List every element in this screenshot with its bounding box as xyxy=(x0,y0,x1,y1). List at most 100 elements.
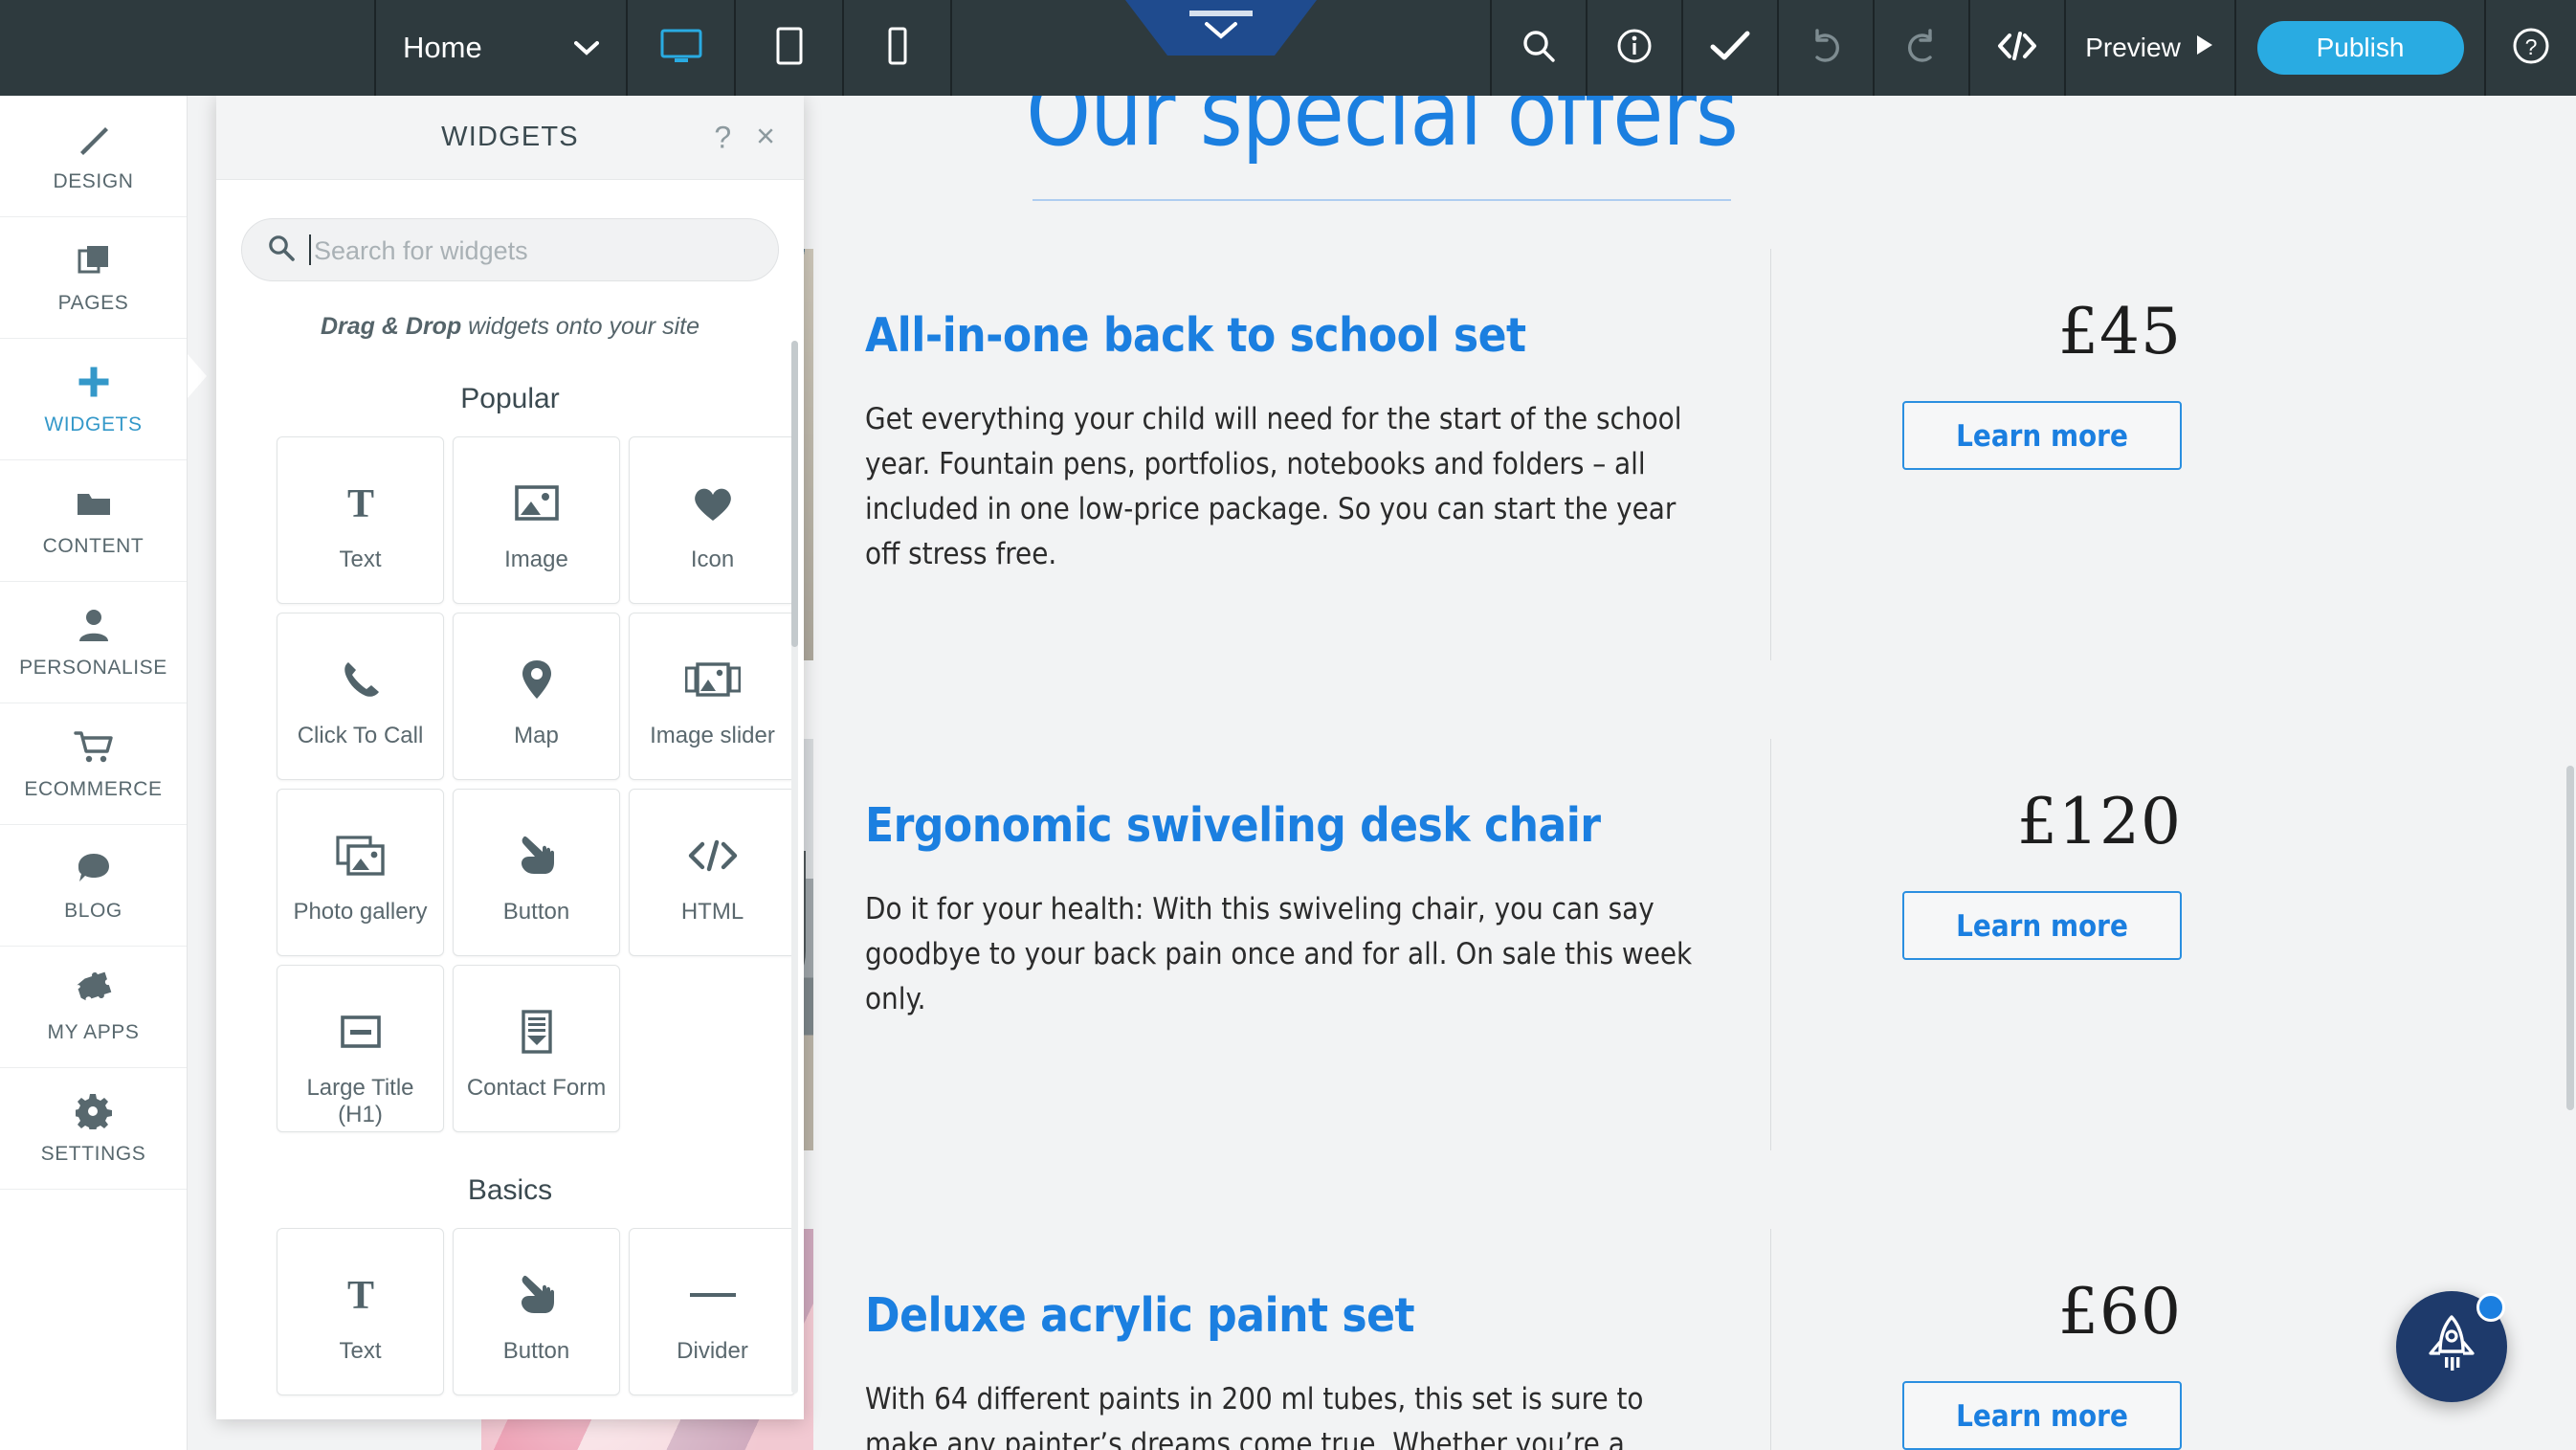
drag-drop-hint-bold: Drag & Drop xyxy=(321,313,462,340)
code-view-button[interactable] xyxy=(1970,0,2066,96)
panel-help-icon[interactable]: ? xyxy=(714,120,731,155)
check-icon xyxy=(1709,29,1751,68)
product-description[interactable]: With 64 different paints in 200 ml tubes… xyxy=(865,1377,1703,1450)
text-serif-t-icon: T xyxy=(338,1265,384,1325)
redo-button[interactable] xyxy=(1875,0,1970,96)
sidebar-item-content[interactable]: CONTENT xyxy=(0,460,187,582)
widget-tile-large-title-h1[interactable]: Large Title (H1) xyxy=(277,965,444,1132)
search-input[interactable]: Search for widgets xyxy=(241,218,779,281)
search-icon xyxy=(267,234,296,267)
sidebar-item-my-apps[interactable]: MY APPS xyxy=(0,947,187,1068)
widget-tile-map[interactable]: Map xyxy=(453,613,620,780)
gear-icon xyxy=(75,1092,112,1130)
canvas-scrollbar-thumb[interactable] xyxy=(2566,766,2574,1110)
sidebar-item-label: CONTENT xyxy=(42,534,144,557)
widget-tile-label: Image slider xyxy=(650,723,775,748)
learn-more-button[interactable]: Learn more xyxy=(1902,1381,2182,1450)
info-button[interactable] xyxy=(1588,0,1683,96)
widget-tile-contact-form[interactable]: Contact Form xyxy=(453,965,620,1132)
svg-text:T: T xyxy=(346,1274,373,1318)
folder-icon xyxy=(75,484,113,523)
mobile-icon xyxy=(885,26,910,71)
product-title[interactable]: Deluxe acrylic paint set xyxy=(865,1288,1703,1343)
sidebar-item-label: PAGES xyxy=(57,291,129,314)
search-button[interactable] xyxy=(1492,0,1588,96)
collapse-toolbar-tab[interactable] xyxy=(1125,0,1317,56)
publish-button[interactable]: Publish xyxy=(2256,21,2464,75)
product-price-column: £60 Learn more xyxy=(1770,1229,2230,1450)
widget-tile-label: Photo gallery xyxy=(293,899,428,925)
canvas-scrollbar[interactable] xyxy=(2565,96,2576,1450)
widget-tile-divider[interactable]: Divider xyxy=(629,1228,796,1395)
panel-scrollbar[interactable] xyxy=(791,341,798,1394)
sidebar-item-label: MY APPS xyxy=(47,1020,140,1043)
widget-tile-icon[interactable]: Icon xyxy=(629,436,796,604)
sidebar-item-widgets[interactable]: WIDGETS xyxy=(0,339,187,460)
phone-icon xyxy=(339,650,383,709)
top-toolbar: Home Preview Publish ? xyxy=(0,0,2576,96)
widget-tile-label: Click To Call xyxy=(297,723,424,748)
publish-cell: Publish xyxy=(2236,0,2486,96)
widget-tile-text-basic[interactable]: T Text xyxy=(277,1228,444,1395)
desktop-icon xyxy=(659,27,703,70)
widget-tile-label: Text xyxy=(339,547,382,572)
user-icon xyxy=(77,606,111,644)
product-description[interactable]: Do it for your health: With this swiveli… xyxy=(865,887,1703,1022)
page-selector[interactable]: Home xyxy=(376,0,628,96)
product-title[interactable]: Ergonomic swiveling desk chair xyxy=(865,798,1703,853)
sidebar-item-settings[interactable]: SETTINGS xyxy=(0,1068,187,1190)
product-price: £120 xyxy=(2017,785,2182,859)
search-icon xyxy=(1520,27,1558,70)
widget-tile-image-slider[interactable]: Image slider xyxy=(629,613,796,780)
sidebar-item-pages[interactable]: PAGES xyxy=(0,217,187,339)
main-sidebar: DESIGN PAGES WIDGETS CONTENT PERSONALISE… xyxy=(0,96,188,1450)
confirm-button[interactable] xyxy=(1683,0,1779,96)
undo-button[interactable] xyxy=(1779,0,1875,96)
info-circle-icon xyxy=(1615,27,1654,70)
widget-tile-button[interactable]: Button xyxy=(453,789,620,956)
toolbar-left-spacer xyxy=(0,0,376,96)
notification-badge xyxy=(2476,1293,2505,1322)
widget-tile-label: Button xyxy=(502,899,570,925)
product-title[interactable]: All-in-one back to school set xyxy=(865,308,1703,363)
close-icon[interactable]: × xyxy=(756,121,775,153)
tablet-icon xyxy=(773,26,806,71)
learn-more-button[interactable]: Learn more xyxy=(1902,401,2182,470)
speech-bubble-icon xyxy=(75,849,113,887)
device-tablet-button[interactable] xyxy=(736,0,844,96)
sidebar-item-ecommerce[interactable]: ECOMMERCE xyxy=(0,703,187,825)
device-mobile-button[interactable] xyxy=(844,0,952,96)
sidebar-item-personalise[interactable]: PERSONALISE xyxy=(0,582,187,703)
sidebar-item-design[interactable]: DESIGN xyxy=(0,96,187,217)
widget-tile-label: Divider xyxy=(677,1338,748,1364)
svg-text:?: ? xyxy=(2525,34,2538,59)
help-button[interactable]: ? xyxy=(2486,0,2576,96)
sidebar-item-label: DESIGN xyxy=(53,169,134,192)
panel-header-actions: ? × xyxy=(714,120,775,155)
widget-tile-image[interactable]: Image xyxy=(453,436,620,604)
pointing-hand-icon xyxy=(514,1265,560,1325)
widget-tile-click-to-call[interactable]: Click To Call xyxy=(277,613,444,780)
widget-tile-label: Contact Form xyxy=(466,1075,607,1101)
image-icon xyxy=(513,474,561,533)
learn-more-button[interactable]: Learn more xyxy=(1902,891,2182,960)
text-caret xyxy=(309,234,311,265)
drag-drop-hint-rest: widgets onto your site xyxy=(461,313,700,340)
page-title-rule xyxy=(1033,199,1731,201)
drag-drop-hint: Drag & Drop widgets onto your site xyxy=(241,313,779,341)
preview-button[interactable]: Preview xyxy=(2066,0,2236,96)
widget-tile-button-basic[interactable]: Button xyxy=(453,1228,620,1395)
rocket-fab-button[interactable] xyxy=(2396,1291,2507,1402)
undo-icon xyxy=(1806,28,1846,68)
product-description[interactable]: Get everything your child will need for … xyxy=(865,397,1703,577)
device-desktop-button[interactable] xyxy=(628,0,736,96)
brush-icon xyxy=(75,120,113,158)
sidebar-item-blog[interactable]: BLOG xyxy=(0,825,187,947)
widget-tile-photo-gallery[interactable]: Photo gallery xyxy=(277,789,444,956)
pointing-hand-icon xyxy=(514,826,560,885)
widget-tile-html[interactable]: HTML xyxy=(629,789,796,956)
panel-scrollbar-thumb[interactable] xyxy=(791,341,798,647)
widgets-panel-header: WIDGETS ? × xyxy=(216,96,804,180)
widget-tile-text[interactable]: T Text xyxy=(277,436,444,604)
sidebar-item-label: ECOMMERCE xyxy=(24,777,163,800)
